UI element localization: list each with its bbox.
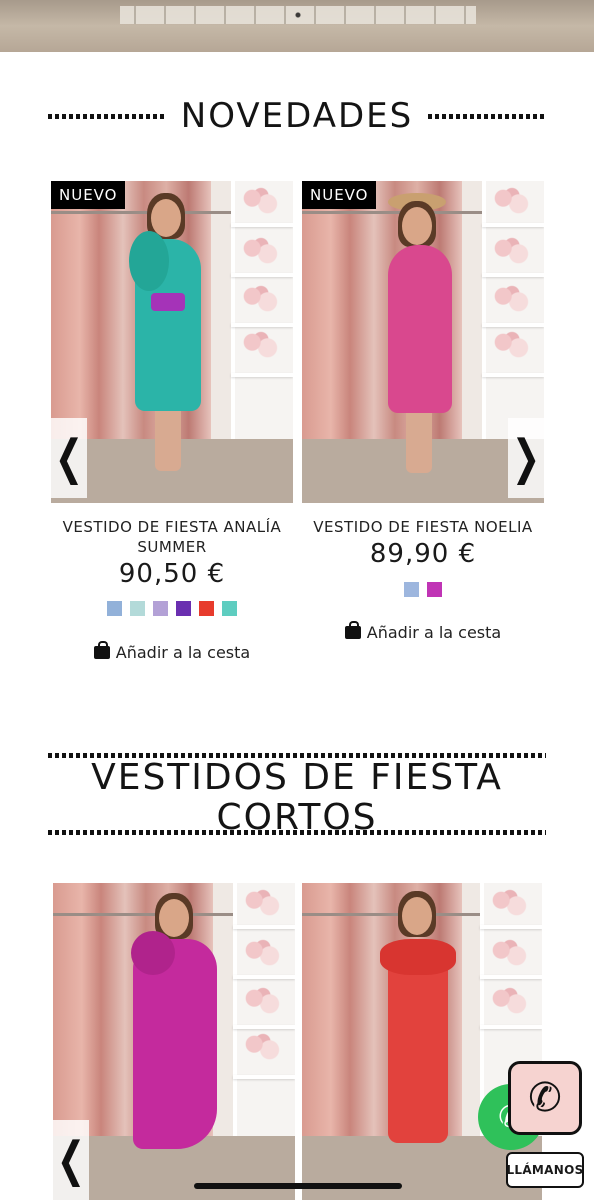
- clothes-rail: [302, 211, 482, 214]
- color-swatch[interactable]: [199, 601, 214, 616]
- shelf: [231, 373, 293, 377]
- flower-box: [488, 889, 532, 917]
- product-photo[interactable]: ❮: [53, 883, 295, 1200]
- carousel-next-button[interactable]: ❯: [508, 418, 544, 498]
- section-title-vestidos-cortos: VESTIDOS DE FIESTA CORTOS: [0, 758, 594, 838]
- section-title-line1: VESTIDOS DE FIESTA: [91, 757, 503, 798]
- clothes-rail: [53, 913, 233, 916]
- flower-box: [241, 1033, 285, 1061]
- product-photo[interactable]: [302, 883, 542, 1200]
- model-head: [402, 207, 432, 245]
- carousel-prev-button[interactable]: ❮: [51, 418, 87, 498]
- flower-box: [239, 187, 283, 215]
- model-legs: [155, 411, 181, 471]
- product-name-line2: SUMMER: [137, 538, 207, 556]
- shelf: [231, 323, 293, 327]
- color-swatch[interactable]: [176, 601, 191, 616]
- dress-ruffle: [131, 931, 175, 975]
- product-photo[interactable]: NUEVO ❮: [51, 181, 293, 503]
- shelf: [482, 323, 544, 327]
- new-badge: NUEVO: [51, 181, 126, 209]
- flower-box: [239, 331, 283, 359]
- shelf: [480, 925, 542, 929]
- flower-box: [239, 285, 283, 313]
- flower-box: [490, 285, 534, 313]
- call-button[interactable]: ✆: [508, 1061, 582, 1135]
- color-swatch[interactable]: [404, 582, 419, 597]
- shelf: [231, 273, 293, 277]
- clutch-bag: [151, 293, 185, 311]
- dress-ruffle: [129, 231, 169, 291]
- shelf: [482, 273, 544, 277]
- shopping-bag-icon: [93, 641, 110, 659]
- hero-floor-tile-pattern: [120, 6, 476, 24]
- shopping-bag-icon: [344, 621, 361, 639]
- call-us-button[interactable]: LLÁMANOS: [506, 1152, 584, 1188]
- model-head: [402, 897, 432, 935]
- dress-image: [388, 245, 452, 413]
- product-price: 89,90 €: [369, 539, 477, 569]
- title-dotted-line-right: [428, 114, 546, 119]
- add-to-cart-label: Añadir a la cesta: [366, 623, 502, 642]
- model-head: [151, 199, 181, 237]
- color-swatches: [51, 601, 293, 616]
- shelf: [231, 223, 293, 227]
- shelf: [233, 1075, 295, 1079]
- carousel-prev-button[interactable]: ❮: [53, 1120, 89, 1200]
- flower-box: [488, 987, 532, 1015]
- color-swatch[interactable]: [107, 601, 122, 616]
- shelf: [233, 925, 295, 929]
- flower-box: [490, 331, 534, 359]
- flower-box: [241, 939, 285, 967]
- color-swatch[interactable]: [427, 582, 442, 597]
- flower-box: [490, 237, 534, 265]
- product-name[interactable]: VESTIDO DE FIESTA ANALÍA SUMMER: [47, 517, 297, 557]
- flower-box: [490, 187, 534, 215]
- product-name-line1: VESTIDO DE FIESTA ANALÍA: [62, 518, 282, 536]
- color-swatch[interactable]: [130, 601, 145, 616]
- color-swatch[interactable]: [153, 601, 168, 616]
- shelf: [233, 975, 295, 979]
- flower-box: [488, 939, 532, 967]
- model-head: [159, 899, 189, 937]
- clothes-rail: [51, 211, 231, 214]
- flower-box: [241, 987, 285, 1015]
- feather-top: [380, 939, 456, 975]
- home-indicator[interactable]: [194, 1183, 402, 1189]
- chevron-left-icon: ❮: [54, 430, 84, 486]
- shelf: [480, 1025, 542, 1029]
- shelf: [482, 373, 544, 377]
- phone-icon: ✆: [528, 1075, 562, 1121]
- shelf: [480, 975, 542, 979]
- shelf: [233, 1025, 295, 1029]
- chevron-left-icon: ❮: [56, 1132, 86, 1188]
- clothes-rail: [302, 913, 482, 916]
- product-name[interactable]: VESTIDO DE FIESTA NOELIA: [298, 517, 548, 537]
- hero-banner-strip: [0, 0, 594, 52]
- add-to-cart-label: Añadir a la cesta: [115, 643, 251, 662]
- product-price: 90,50 €: [118, 559, 226, 589]
- product-name-line1: VESTIDO DE FIESTA NOELIA: [313, 518, 533, 536]
- product-photo[interactable]: NUEVO ❯: [302, 181, 544, 503]
- new-badge: NUEVO: [302, 181, 377, 209]
- color-swatches: [302, 582, 544, 597]
- add-to-cart-button[interactable]: Añadir a la cesta: [51, 641, 293, 662]
- model-legs: [406, 413, 432, 473]
- shelf: [482, 223, 544, 227]
- color-swatch[interactable]: [222, 601, 237, 616]
- chevron-right-icon: ❯: [511, 430, 541, 486]
- flower-box: [239, 237, 283, 265]
- add-to-cart-button[interactable]: Añadir a la cesta: [302, 621, 544, 642]
- flower-box: [241, 889, 285, 917]
- title-dotted-line-bottom: [48, 830, 546, 835]
